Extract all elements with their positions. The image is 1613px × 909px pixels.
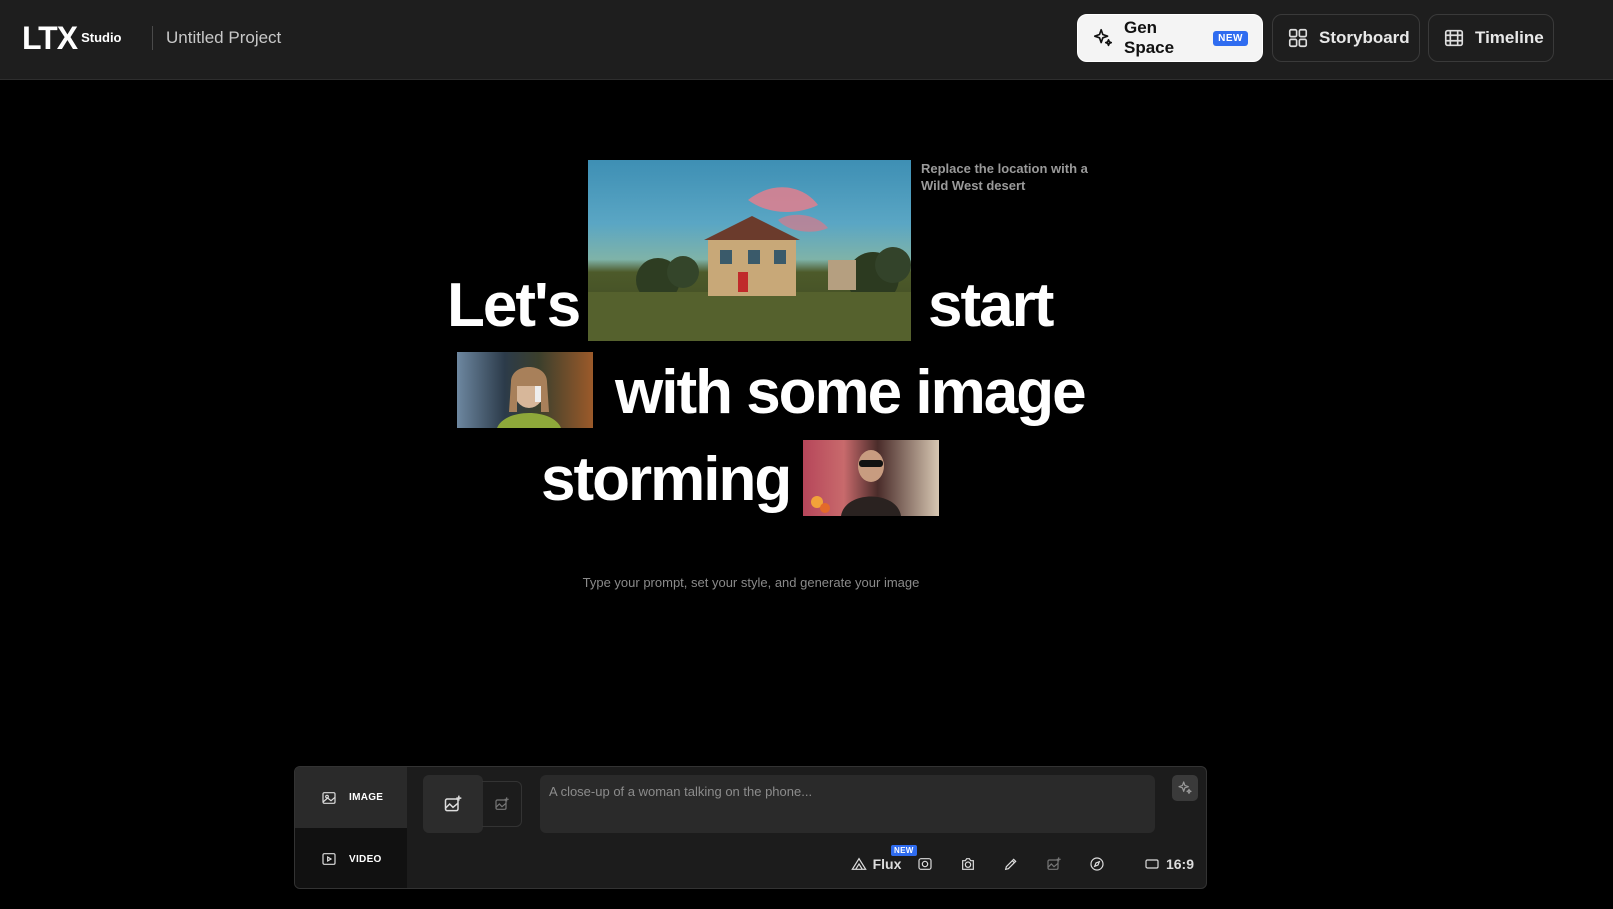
header-divider (152, 26, 153, 50)
top-bar: LTX Studio Untitled Project Gen Space NE… (0, 0, 1613, 80)
logo-studio-label: Studio (81, 30, 122, 45)
sparkle-icon (1093, 28, 1113, 47)
aspect-ratio-icon (1145, 859, 1159, 869)
add-reference-image-button[interactable] (423, 775, 483, 833)
project-title[interactable]: Untitled Project (166, 28, 281, 48)
hero-words-with-some-image: with some image (615, 358, 1087, 427)
enhance-prompt-button[interactable] (1172, 775, 1198, 801)
timeline-label: Timeline (1475, 28, 1544, 47)
hero-word-storming: storming (541, 445, 792, 514)
camera-button[interactable] (955, 851, 981, 877)
aspect-ratio-selector[interactable]: 16:9 (1139, 851, 1199, 877)
reference-image-button[interactable] (1041, 851, 1067, 877)
style-reference-button[interactable] (482, 781, 522, 827)
storyboard-button[interactable]: Storyboard (1272, 14, 1420, 62)
prompt-input[interactable] (540, 775, 1155, 833)
woman-phone-thumbnail[interactable] (457, 352, 593, 428)
aspect-ratio-label: 16:9 (1165, 856, 1195, 872)
image-add-icon (494, 797, 509, 810)
play-icon (322, 853, 336, 865)
thumbnail-caption: Replace the location with a Wild West de… (921, 161, 1088, 193)
hero-word-start: start (928, 271, 1054, 340)
woman-image (497, 367, 561, 428)
hero-word-lets: Let's (447, 271, 581, 340)
edit-button[interactable] (998, 851, 1024, 877)
image-add-icon (444, 795, 462, 812)
explore-button[interactable] (1084, 851, 1110, 877)
timeline-button[interactable]: Timeline (1428, 14, 1554, 62)
gen-space-label: Gen Space (1124, 18, 1175, 57)
flux-icon (850, 857, 867, 870)
grid-icon (1288, 28, 1308, 48)
style-button[interactable] (912, 851, 938, 877)
image-mode-label: IMAGE (349, 792, 384, 803)
camera-icon (962, 858, 974, 870)
image-mode-tab[interactable]: IMAGE (295, 767, 407, 828)
prompt-panel: IMAGE VIDEO Flux NEW (294, 766, 1207, 889)
image-icon (322, 791, 336, 804)
hero-subtitle: Type your prompt, set your style, and ge… (582, 575, 920, 590)
compass-icon (1090, 857, 1104, 871)
house-image (588, 187, 911, 341)
man-image (811, 450, 901, 516)
sparkle-icon (1178, 781, 1192, 794)
film-icon (1444, 29, 1464, 47)
logo-mark: LTX (22, 20, 78, 56)
video-mode-tab[interactable]: VIDEO (295, 828, 407, 888)
frame-icon (918, 858, 932, 870)
video-mode-label: VIDEO (349, 853, 382, 865)
pen-icon (1004, 858, 1017, 871)
man-sunglasses-thumbnail[interactable] (803, 440, 939, 516)
image-add-icon (1047, 857, 1061, 870)
storyboard-label: Storyboard (1319, 28, 1410, 47)
model-label: Flux (872, 856, 902, 872)
house-thumbnail[interactable] (588, 160, 911, 341)
ltx-studio-logo[interactable]: LTX Studio (22, 22, 122, 54)
new-badge: NEW (1213, 30, 1248, 46)
gen-space-button[interactable]: Gen Space NEW (1077, 14, 1263, 62)
